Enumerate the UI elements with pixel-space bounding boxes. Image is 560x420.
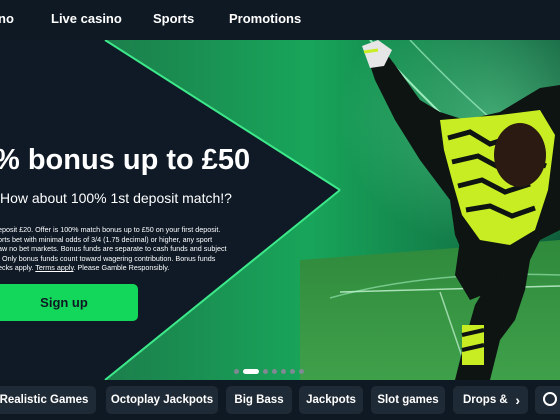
hero-subtitle: How about 100% 1st deposit match!?: [0, 190, 232, 206]
carousel-dot[interactable]: [234, 369, 239, 374]
hero-terms: eposit £20. Offer is 100% match bonus up…: [0, 225, 253, 273]
carousel-dot[interactable]: [272, 369, 277, 374]
chip-big-bass[interactable]: Big Bass: [226, 386, 292, 414]
carousel-dot[interactable]: [281, 369, 286, 374]
nav-item-live-casino[interactable]: Live casino: [51, 11, 122, 26]
nav-item-casino[interactable]: no: [0, 11, 14, 26]
page: no Live casino Sports Promotions % bonus…: [0, 0, 560, 420]
hero-banner[interactable]: % bonus up to £50 How about 100% 1st dep…: [0, 40, 560, 380]
terms-link[interactable]: Terms apply: [35, 263, 73, 272]
carousel-dot[interactable]: [263, 369, 268, 374]
chevron-right-icon[interactable]: ›: [515, 386, 520, 414]
terms-line: . Only bonus funds count toward wagering…: [0, 253, 216, 263]
sign-up-button[interactable]: Sign up: [0, 284, 138, 321]
top-nav: no Live casino Sports Promotions: [0, 0, 560, 40]
chip-realistic-games[interactable]: Realistic Games: [0, 386, 96, 414]
terms-line: orts bet with minimal odds of 3/4 (1.75 …: [0, 234, 213, 244]
carousel-dot-active[interactable]: [243, 369, 259, 374]
search-icon[interactable]: [535, 386, 560, 414]
chip-drops-label: Drops &: [463, 394, 508, 406]
terms-last-prefix: ecks apply.: [0, 263, 36, 273]
nav-item-sports[interactable]: Sports: [153, 11, 194, 26]
carousel-dot[interactable]: [290, 369, 295, 374]
chip-octoplay-jackpots[interactable]: Octoplay Jackpots: [106, 386, 218, 414]
chip-slot-games[interactable]: Slot games: [371, 386, 445, 414]
terms-line-last: ecks apply. Terms apply. Please Gamble R…: [0, 263, 253, 273]
terms-line: aw no bet markets. Bonus funds are separ…: [0, 244, 227, 254]
carousel-dot[interactable]: [299, 369, 304, 374]
category-bar: Realistic Games Octoplay Jackpots Big Ba…: [0, 380, 560, 420]
chip-jackpots[interactable]: Jackpots: [299, 386, 363, 414]
nav-item-promotions[interactable]: Promotions: [229, 11, 301, 26]
terms-last-suffix: . Please Gamble Responsibly.: [73, 263, 170, 273]
terms-line: eposit £20. Offer is 100% match bonus up…: [0, 225, 221, 234]
chip-drops[interactable]: Drops & ›: [453, 386, 528, 414]
hero-title: % bonus up to £50: [0, 144, 251, 176]
hero-background: [0, 40, 560, 380]
